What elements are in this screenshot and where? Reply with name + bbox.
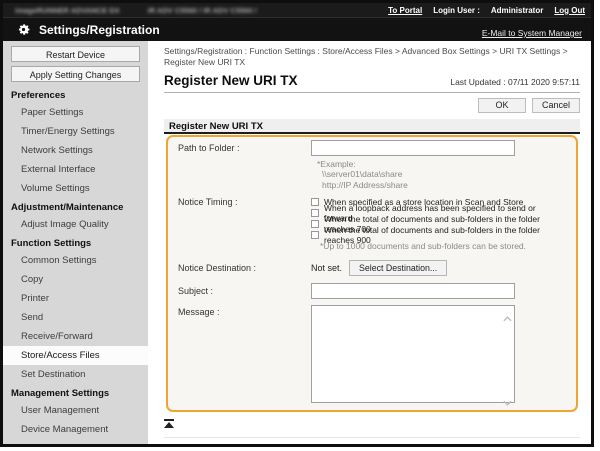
notice-option-row: When the total of documents and sub-fold… bbox=[311, 229, 566, 240]
topbar-right-links: To Portal Login User : Administrator Log… bbox=[388, 6, 585, 15]
message-textarea-wrap bbox=[311, 305, 515, 403]
sidebar-item-send[interactable]: Send bbox=[3, 308, 148, 327]
subject-label: Subject : bbox=[178, 286, 311, 296]
example-line-unc: \\server01\data\share bbox=[317, 169, 566, 180]
footer-divider bbox=[164, 437, 580, 438]
checkbox-reaches-700[interactable] bbox=[311, 220, 319, 228]
example-line-http: http://IP Address/share bbox=[317, 180, 566, 191]
gear-icon bbox=[16, 22, 31, 37]
checkbox-scan-and-store[interactable] bbox=[311, 198, 319, 206]
notice-timing-note: *Up to 1000 documents and sub-folders ca… bbox=[320, 240, 566, 252]
notice-destination-row: Notice Destination : Not set. Select Des… bbox=[178, 260, 566, 276]
sidebar-item-copy[interactable]: Copy bbox=[3, 270, 148, 289]
select-destination-button[interactable]: Select Destination... bbox=[349, 260, 447, 276]
sidebar-item-device-management[interactable]: Device Management bbox=[3, 420, 148, 439]
page-title: Register New URI TX bbox=[164, 73, 298, 88]
sidebar-item-printer[interactable]: Printer bbox=[3, 289, 148, 308]
sidebar-item-paper-settings[interactable]: Paper Settings bbox=[3, 103, 148, 122]
app-title: Settings/Registration bbox=[39, 23, 160, 37]
title-row: Register New URI TX Last Updated : 07/11… bbox=[164, 71, 580, 93]
path-to-folder-input[interactable] bbox=[311, 140, 515, 156]
back-to-top-icon[interactable] bbox=[164, 419, 174, 428]
path-example-note: *Example: \\server01\data\share http://I… bbox=[317, 159, 566, 191]
section-header: Register New URI TX bbox=[164, 119, 580, 134]
email-to-system-manager-link[interactable]: E-Mail to System Manager bbox=[482, 28, 582, 41]
device-topbar: imageRUNNER ADVANCE DX iR ADV C5560 / iR… bbox=[3, 3, 591, 17]
scroll-down-icon[interactable] bbox=[503, 393, 512, 399]
checkbox-loopback-address[interactable] bbox=[311, 209, 319, 217]
sidebar-header-function-settings: Function Settings bbox=[3, 234, 148, 251]
sidebar-header-management-settings: Management Settings bbox=[3, 384, 148, 401]
notice-timing-row: Notice Timing : When specified as a stor… bbox=[178, 196, 566, 252]
page-body: Restart Device Apply Setting Changes Pre… bbox=[3, 41, 591, 444]
main-content: Settings/Registration : Function Setting… bbox=[148, 41, 591, 444]
scroll-up-icon[interactable] bbox=[503, 309, 512, 315]
device-model-redacted: imageRUNNER ADVANCE DX bbox=[15, 6, 120, 15]
notice-destination-value: Not set. bbox=[311, 263, 342, 273]
sidebar-item-common-settings[interactable]: Common Settings bbox=[3, 251, 148, 270]
log-out-link[interactable]: Log Out bbox=[554, 6, 585, 15]
message-textarea[interactable] bbox=[311, 305, 515, 403]
message-label: Message : bbox=[178, 305, 311, 403]
apply-setting-changes-button[interactable]: Apply Setting Changes bbox=[11, 66, 140, 82]
sidebar-item-store-access-files[interactable]: Store/Access Files bbox=[3, 346, 148, 365]
path-to-folder-row: Path to Folder : bbox=[178, 139, 566, 157]
last-updated-text: Last Updated : 07/11 2020 9:57:11 bbox=[450, 77, 580, 88]
restart-device-button[interactable]: Restart Device bbox=[11, 46, 140, 62]
settings-sidebar: Restart Device Apply Setting Changes Pre… bbox=[3, 41, 148, 444]
device-series-redacted: iR ADV C5560 / iR ADV C5560 / bbox=[148, 6, 257, 15]
example-title: *Example: bbox=[317, 159, 566, 170]
login-user-value: Administrator bbox=[491, 6, 543, 15]
form-actions: OK Cancel bbox=[164, 98, 580, 113]
app-header: Settings/Registration E-Mail to System M… bbox=[3, 17, 591, 41]
checkbox-reaches-900[interactable] bbox=[311, 231, 319, 239]
sidebar-item-receive-forward[interactable]: Receive/Forward bbox=[3, 327, 148, 346]
sidebar-item-user-management[interactable]: User Management bbox=[3, 401, 148, 420]
sidebar-item-set-destination[interactable]: Set Destination bbox=[3, 365, 148, 384]
register-uri-tx-form: Path to Folder : *Example: \\server01\da… bbox=[166, 135, 578, 413]
ok-button[interactable]: OK bbox=[478, 98, 526, 113]
sidebar-item-timer-energy-settings[interactable]: Timer/Energy Settings bbox=[3, 122, 148, 141]
sidebar-item-volume-settings[interactable]: Volume Settings bbox=[3, 179, 148, 198]
breadcrumb: Settings/Registration : Function Setting… bbox=[164, 46, 580, 69]
notice-timing-label: Notice Timing : bbox=[178, 196, 311, 252]
path-to-folder-label: Path to Folder : bbox=[178, 143, 311, 153]
notice-destination-value-group: Not set. Select Destination... bbox=[311, 260, 447, 276]
sidebar-item-external-interface[interactable]: External Interface bbox=[3, 160, 148, 179]
sidebar-item-network-settings[interactable]: Network Settings bbox=[3, 141, 148, 160]
subject-input[interactable] bbox=[311, 283, 515, 299]
cancel-button[interactable]: Cancel bbox=[532, 98, 580, 113]
message-row: Message : bbox=[178, 305, 566, 403]
sidebar-header-adjustment-maintenance: Adjustment/Maintenance bbox=[3, 198, 148, 215]
subject-row: Subject : bbox=[178, 283, 566, 299]
login-user-label: Login User : bbox=[433, 6, 480, 15]
notice-destination-label: Notice Destination : bbox=[178, 263, 311, 273]
sidebar-header-preferences: Preferences bbox=[3, 86, 148, 103]
notice-timing-options: When specified as a store location in Sc… bbox=[311, 196, 566, 252]
to-portal-link[interactable]: To Portal bbox=[388, 6, 422, 15]
browser-viewport: imageRUNNER ADVANCE DX iR ADV C5560 / iR… bbox=[0, 0, 594, 447]
sidebar-item-adjust-image-quality[interactable]: Adjust Image Quality bbox=[3, 215, 148, 234]
